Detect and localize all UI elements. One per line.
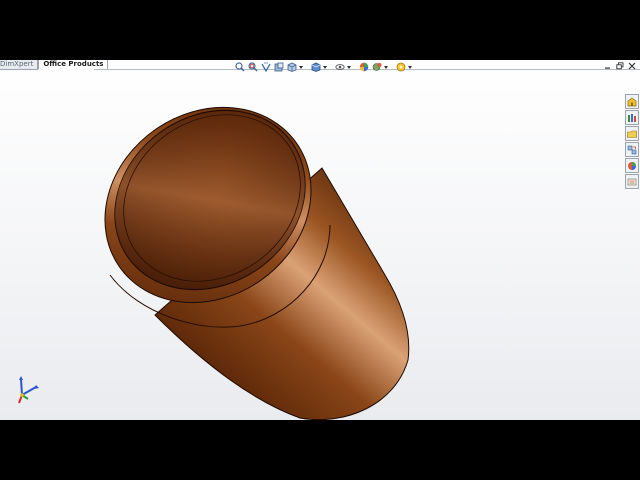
coordinate-triad-icon: [18, 376, 39, 404]
view-palette-icon[interactable]: [625, 142, 639, 157]
appearances-scenes-icon[interactable]: [625, 158, 639, 173]
file-explorer-icon[interactable]: [625, 126, 639, 141]
model-copper-cup[interactable]: [0, 60, 640, 420]
letterbox-bottom: [0, 420, 640, 480]
letterbox-top: [0, 0, 640, 60]
solidworks-resources-icon[interactable]: [625, 94, 639, 109]
graphics-area[interactable]: DimXpert Office Products: [0, 60, 640, 420]
custom-properties-icon[interactable]: [625, 174, 639, 189]
design-library-icon[interactable]: [625, 110, 639, 125]
task-pane-tabs: [625, 94, 639, 189]
